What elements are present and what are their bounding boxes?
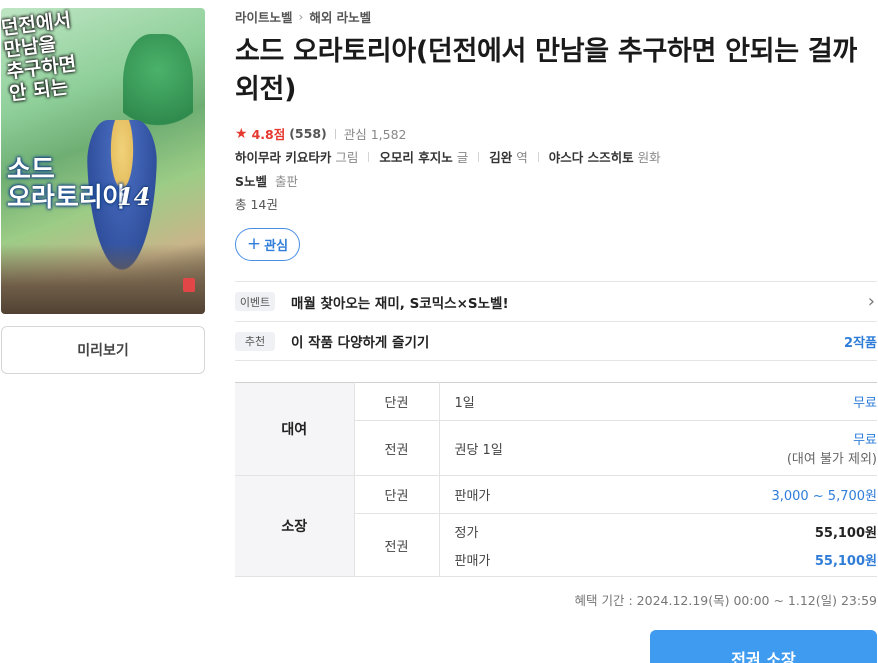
publisher-logo-icon (183, 278, 195, 292)
wishlist-label: 관심 (264, 239, 289, 254)
own-all-list-price: 55,100원 (814, 525, 877, 541)
recommend-banner[interactable]: 추천 이 작품 다양하게 즐기기 2작품 (235, 321, 877, 361)
own-all-sale-price: 55,100원 (814, 553, 877, 569)
credits: 하이무라 키요타카 그림 오모리 후지노 글 김완 역 야스다 스즈히토 원화 (235, 147, 661, 166)
credit-author-role: 글 (456, 150, 469, 165)
plus-icon: + (246, 233, 262, 254)
divider (334, 128, 336, 139)
credit-illustrator-name[interactable]: 하이무라 키요타카 (235, 147, 331, 166)
price-table: 대여 단권 1일 무료 전권 권당 1일 무료 (대여 불가 제외) 소장 단권… (235, 382, 877, 577)
breadcrumb-item-light-novel[interactable]: 라이트노벨 (235, 7, 293, 26)
publisher-role: 출판 (275, 174, 299, 189)
benefit-period: 혜택 기간 : 2024.12.19(목) 00:00 ~ 1.12(일) 23… (574, 593, 877, 608)
interest-count: 관심 1,582 (343, 127, 407, 142)
book-cover[interactable]: 던전에서 만남을 추구하면 안 되는 소드 오라토리아 14 (1, 8, 205, 314)
recommend-count: 2작품 (844, 335, 877, 351)
credit-translator-name[interactable]: 김완 (489, 147, 512, 166)
recommend-text: 이 작품 다양하게 즐기기 (291, 335, 430, 351)
publisher-name[interactable]: S노벨 (235, 174, 267, 189)
rating-score: 4.8점 (251, 127, 286, 142)
recommend-tag: 추천 (235, 331, 275, 351)
rating-row: ★ 4.8점 (558) 관심 1,582 (235, 124, 407, 143)
own-single-price[interactable]: 3,000 ~ 5,700원 (603, 475, 877, 514)
buy-all-button[interactable]: 전권 소장 (650, 630, 877, 663)
publisher: S노벨 출판 (235, 171, 298, 190)
credit-original-art-role: 원화 (637, 150, 661, 165)
own-single-option: 판매가 (439, 475, 604, 514)
divider (537, 151, 539, 162)
divider (478, 151, 480, 162)
cover-illustration-ground (1, 244, 205, 314)
table-row: 소장 단권 판매가 3,000 ~ 5,700원 (235, 475, 877, 577)
rental-all-price: 무료 (853, 433, 877, 448)
rental-all-option: 권당 1일 (439, 420, 604, 476)
page-title: 소드 오라토리아(던전에서 만남을 추구하면 안되는 걸까 외전) (235, 36, 857, 105)
rental-single-option: 1일 (439, 382, 604, 421)
rental-all-price-cell[interactable]: 무료 (대여 불가 제외) (603, 420, 877, 476)
cover-volume-number: 14 (117, 182, 151, 211)
wishlist-button[interactable]: + 관심 (235, 228, 300, 261)
divider (368, 151, 370, 162)
breadcrumb: 라이트노벨 › 해외 라노벨 (235, 7, 371, 26)
rental-all-kind: 전권 (354, 420, 440, 476)
credit-author-name[interactable]: 오모리 후지노 (379, 147, 452, 166)
own-all-kind: 전권 (354, 513, 440, 577)
rental-all-note: (대여 불가 제외) (786, 452, 877, 467)
own-all-list-label: 정가 (454, 525, 479, 541)
rating-count[interactable]: (558) (289, 126, 327, 141)
own-all-sale-label: 판매가 (454, 553, 491, 569)
rental-single-kind: 단권 (354, 382, 440, 421)
own-group-label: 소장 (235, 475, 355, 577)
total-volumes: 총 14권 (235, 197, 278, 212)
cover-series-title: 던전에서 만남을 추구하면 안 되는 (1, 9, 78, 106)
rental-group-label: 대여 (235, 382, 355, 476)
event-banner[interactable]: 이벤트 매월 찾아오는 재미, S코믹스×S노벨! › (235, 281, 877, 321)
own-all-labels: 정가 판매가 (439, 513, 604, 577)
credit-translator-role: 역 (516, 150, 528, 165)
chevron-right-icon: › (867, 291, 875, 312)
own-all-values[interactable]: 55,100원 55,100원 (603, 513, 877, 577)
event-text: 매월 찾아오는 재미, S코믹스×S노벨! (291, 295, 509, 312)
star-icon: ★ (235, 125, 248, 142)
own-single-kind: 단권 (354, 475, 440, 514)
credit-illustrator-role: 그림 (335, 150, 359, 165)
table-row: 대여 단권 1일 무료 (235, 382, 877, 476)
event-tag: 이벤트 (235, 292, 275, 311)
credit-original-art-name[interactable]: 야스다 스즈히토 (549, 147, 634, 166)
rental-single-price[interactable]: 무료 (603, 382, 877, 421)
breadcrumb-item-foreign-light-novel[interactable]: 해외 라노벨 (309, 7, 371, 26)
preview-button[interactable]: 미리보기 (1, 326, 205, 374)
chevron-right-icon: › (298, 9, 304, 24)
